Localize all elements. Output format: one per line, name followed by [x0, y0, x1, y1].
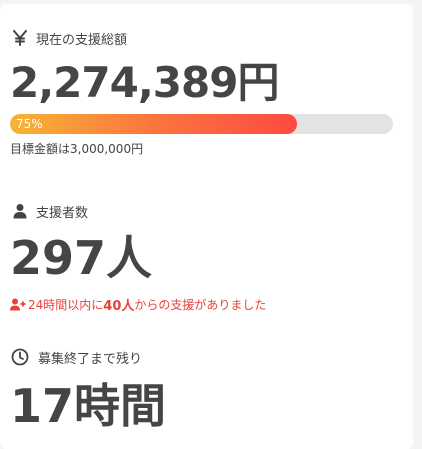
note-prefix: 24時間以内に	[28, 298, 104, 312]
person-icon	[10, 201, 30, 221]
note-count: 40人	[103, 299, 135, 314]
supporters-note: 24時間以内に 40人 からの支援がありました	[10, 295, 403, 314]
supporters-value: 297人	[10, 231, 153, 285]
time-left-label-row: 募集終了まで残り	[10, 347, 403, 367]
time-left-label: 募集終了まで残り	[38, 351, 143, 367]
time-left-value: 17時間	[10, 379, 167, 433]
goal-text: 目標金額は3,000,000円	[10, 142, 144, 156]
supporters-label: 支援者数	[36, 205, 89, 221]
progress-bar: 75%	[10, 114, 393, 134]
clock-icon	[10, 347, 30, 367]
amount-section: 現在の支援総額 2,274,389円 75% 目標金額は3,000,000円	[10, 28, 403, 157]
supporters-section: 支援者数 297人 24時間以内に 40人 からの支援がありました	[10, 201, 403, 314]
supporters-label-row: 支援者数	[10, 201, 403, 221]
yen-icon	[10, 28, 30, 48]
note-suffix: からの支援がありました	[134, 298, 267, 312]
progress-fill	[10, 114, 298, 134]
funding-stats-card: 現在の支援総額 2,274,389円 75% 目標金額は3,000,000円 支…	[0, 4, 413, 449]
user-plus-icon	[10, 298, 28, 311]
time-left-section: 募集終了まで残り 17時間	[10, 347, 403, 429]
amount-label: 現在の支援総額	[36, 32, 128, 48]
amount-label-row: 現在の支援総額	[10, 28, 403, 48]
amount-value: 2,274,389円	[10, 58, 279, 107]
progress-percent: 75%	[16, 117, 43, 131]
